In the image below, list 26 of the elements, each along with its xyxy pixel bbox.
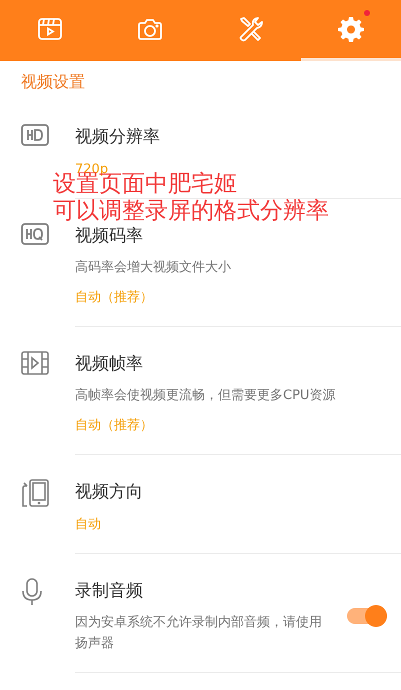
setting-value: 自动（推荐） xyxy=(75,417,154,435)
setting-title: 视频码率 xyxy=(75,225,144,248)
hd-icon xyxy=(21,124,49,146)
hq-icon xyxy=(21,223,49,245)
setting-title: 视频分辨率 xyxy=(75,126,161,149)
rotate-phone-icon xyxy=(21,479,49,507)
setting-title: 录制音频 xyxy=(75,580,144,603)
setting-description: 因为安卓系统不允许录制内部音频，请使用扬声器 xyxy=(75,614,323,653)
settings-item[interactable]: 视频方向 自动 xyxy=(0,455,401,554)
section-title: 视频设置 xyxy=(20,71,86,93)
setting-value: 自动 xyxy=(75,516,102,534)
setting-title: 视频方向 xyxy=(75,481,144,504)
setting-description: 高码率会增大视频文件大小 xyxy=(75,259,232,277)
annotation-line: 可以调整录屏的格式分辨率 xyxy=(53,198,329,225)
film-icon xyxy=(21,351,49,375)
microphone-icon xyxy=(21,578,43,606)
settings-item[interactable]: 视频帧率 高帧率会使视频更流畅，但需要更多CPU资源 自动（推荐） xyxy=(0,327,401,455)
settings-icon xyxy=(338,16,364,42)
toggle-switch[interactable] xyxy=(347,608,387,624)
camera-icon xyxy=(138,18,162,40)
setting-value: 自动（推荐） xyxy=(75,289,154,307)
tools-icon xyxy=(238,16,264,42)
setting-description: 高帧率会使视频更流畅，但需要更多CPU资源 xyxy=(75,387,336,405)
video-icon xyxy=(37,17,64,41)
setting-title: 视频帧率 xyxy=(75,353,144,376)
settings-item[interactable]: 录制音频 因为安卓系统不允许录制内部音频，请使用扬声器 xyxy=(0,554,401,673)
